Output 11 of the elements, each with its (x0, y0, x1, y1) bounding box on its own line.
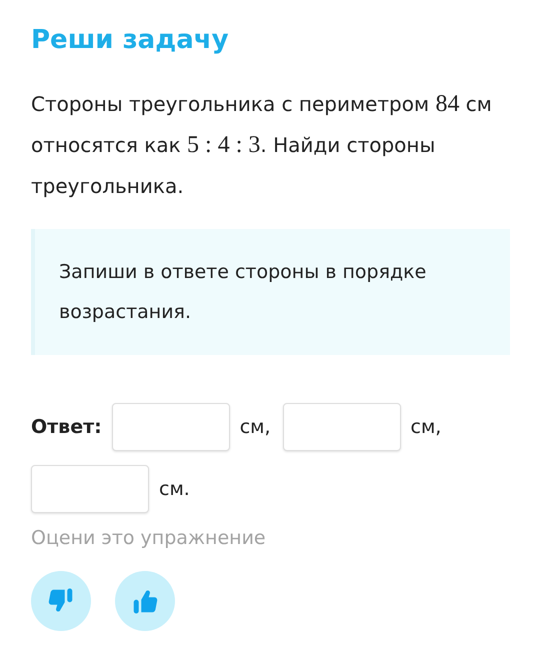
task-title: Реши задачу (31, 24, 230, 57)
answer-label: Ответ: (31, 416, 102, 438)
problem-text: Стороны треугольника с периметром 84 см относятся как 5 : 4 : 3. Найди стороны треугольника. (31, 90, 493, 200)
answer-field[interactable] (31, 465, 149, 513)
answer-field[interactable] (112, 403, 230, 451)
unit-label: см, (410, 416, 442, 438)
unit-label: см, (240, 416, 271, 438)
hint-text: Запиши в ответе стороны в порядке возрастания. (59, 260, 428, 325)
unit-label: см. (159, 478, 190, 500)
answer-field[interactable] (282, 403, 401, 451)
rating-prompt: Оцени это упражнение (31, 527, 267, 549)
